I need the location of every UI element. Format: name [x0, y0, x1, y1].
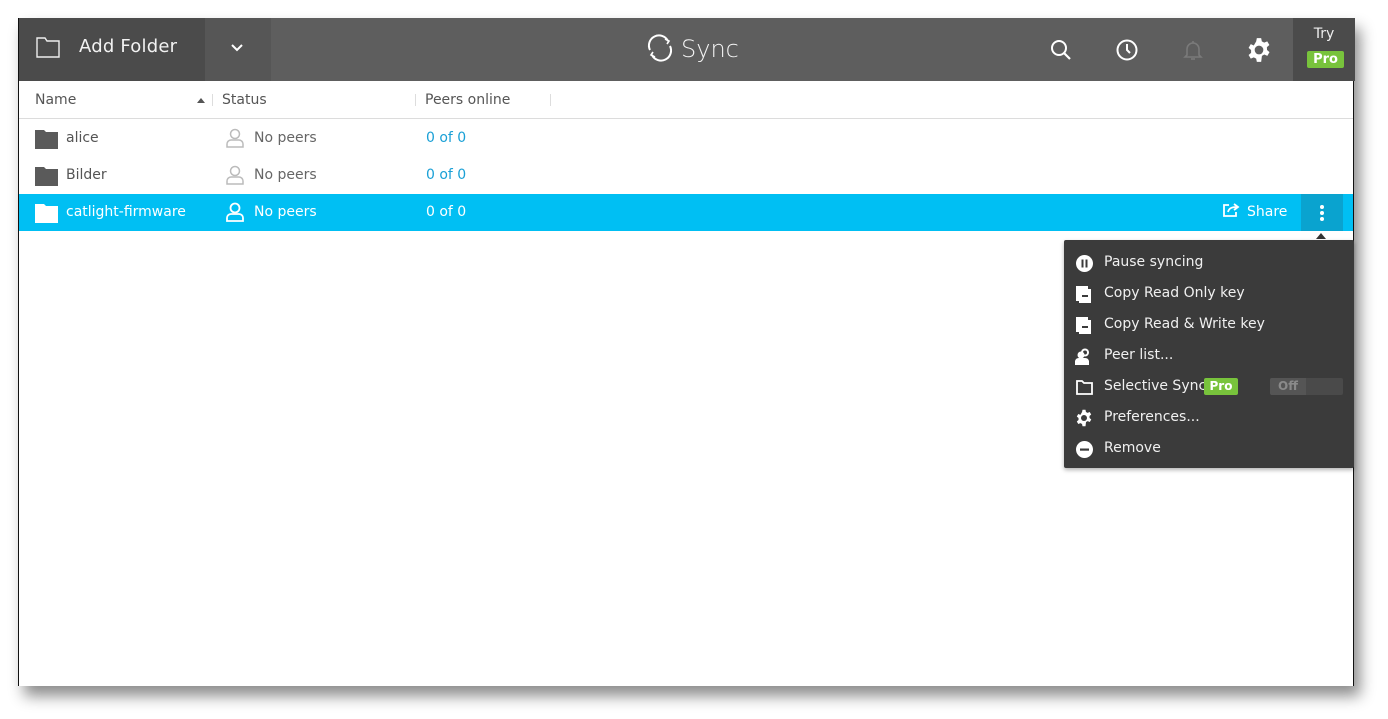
copy-icon [1075, 285, 1093, 303]
menu-item-label: Copy Read & Write key [1104, 316, 1265, 332]
history-icon [1116, 39, 1138, 61]
person-icon [225, 165, 245, 189]
menu-item-label: Remove [1104, 440, 1161, 456]
peers-online-link[interactable]: 0 of 0 [426, 167, 466, 183]
notifications-button[interactable] [1178, 35, 1208, 65]
folder-status: No peers [254, 167, 317, 183]
history-button[interactable] [1112, 35, 1142, 65]
menu-item-selective-sync[interactable]: Selective Sync Pro Off [1064, 371, 1354, 402]
peers-icon [1075, 347, 1093, 365]
person-icon [225, 128, 245, 152]
column-divider [550, 94, 551, 106]
more-dots-icon [1320, 217, 1324, 221]
menu-item-label: Peer list... [1104, 347, 1174, 363]
pro-badge: Pro [1204, 378, 1238, 395]
folder-outline-icon [36, 37, 60, 62]
share-label: Share [1247, 204, 1288, 220]
more-options-button[interactable] [1301, 194, 1343, 231]
menu-item-label: Pause syncing [1104, 254, 1204, 270]
folder-row[interactable]: Bilder No peers 0 of 0 [19, 157, 1353, 194]
peers-online-link[interactable]: 0 of 0 [426, 204, 466, 220]
peers-online-link[interactable]: 0 of 0 [426, 130, 466, 146]
brand-logo: Sync [645, 33, 739, 63]
chevron-down-icon [231, 44, 243, 52]
more-dots-icon [1320, 205, 1324, 209]
add-folder-label: Add Folder [79, 36, 178, 57]
menu-item-peer-list[interactable]: Peer list... [1064, 340, 1354, 371]
settings-button[interactable] [1244, 35, 1274, 65]
column-divider [415, 94, 416, 106]
folder-status: No peers [254, 130, 317, 146]
column-header-peers-online[interactable]: Peers online [425, 92, 510, 108]
menu-item-preferences[interactable]: Preferences... [1064, 402, 1354, 433]
menu-item-remove[interactable]: Remove [1064, 433, 1354, 464]
share-icon [1223, 203, 1240, 217]
add-folder-button[interactable]: Add Folder [19, 18, 205, 81]
copy-icon [1075, 316, 1093, 334]
app-window: Add Folder Sync Try Pro Name Status Peer… [18, 18, 1355, 686]
folder-status: No peers [254, 204, 317, 220]
menu-item-copy-read-write-key[interactable]: Copy Read & Write key [1064, 309, 1354, 340]
menu-item-label: Copy Read Only key [1104, 285, 1245, 301]
menu-item-copy-read-only-key[interactable]: Copy Read Only key [1064, 278, 1354, 309]
folder-context-menu: Pause syncing Copy Read Only key Copy Re… [1064, 240, 1354, 468]
sync-icon [647, 34, 673, 62]
gear-icon [1075, 409, 1093, 427]
brand-name: Sync [681, 35, 739, 63]
search-button[interactable] [1046, 35, 1076, 65]
folder-name: Bilder [66, 167, 107, 183]
folder-name: alice [66, 130, 99, 146]
sort-ascending-icon [197, 98, 205, 103]
folder-icon [35, 204, 58, 227]
column-header-name[interactable]: Name [35, 92, 76, 108]
folder-icon [35, 167, 58, 190]
pause-icon [1075, 254, 1093, 272]
menu-item-label: Selective Sync [1104, 378, 1207, 394]
column-header-status[interactable]: Status [222, 92, 267, 108]
menu-pointer [1316, 233, 1326, 239]
folder-row-selected[interactable]: catlight-firmware No peers 0 of 0 Share [19, 194, 1353, 231]
folder-icon [1075, 378, 1093, 396]
search-icon [1051, 40, 1071, 60]
menu-item-label: Preferences... [1104, 409, 1200, 425]
folder-row[interactable]: alice No peers 0 of 0 [19, 120, 1353, 157]
remove-icon [1075, 440, 1093, 458]
try-pro-button[interactable]: Try Pro [1293, 18, 1355, 81]
more-dots-icon [1320, 211, 1324, 215]
toggle-state-label: Off [1270, 378, 1306, 395]
gear-icon [1248, 38, 1270, 62]
selective-sync-toggle[interactable]: Off [1270, 378, 1343, 395]
share-button[interactable]: Share [1222, 202, 1288, 220]
bell-icon [1183, 41, 1203, 60]
folder-icon [35, 130, 58, 153]
pro-badge: Pro [1307, 51, 1344, 68]
column-divider [212, 94, 213, 106]
add-folder-dropdown-button[interactable] [205, 18, 271, 81]
try-label: Try [1313, 26, 1335, 42]
top-bar: Add Folder Sync Try Pro [19, 18, 1355, 81]
folder-name: catlight-firmware [66, 204, 186, 220]
person-icon [225, 202, 245, 226]
menu-item-pause-syncing[interactable]: Pause syncing [1064, 247, 1354, 278]
table-header: Name Status Peers online [19, 81, 1353, 119]
